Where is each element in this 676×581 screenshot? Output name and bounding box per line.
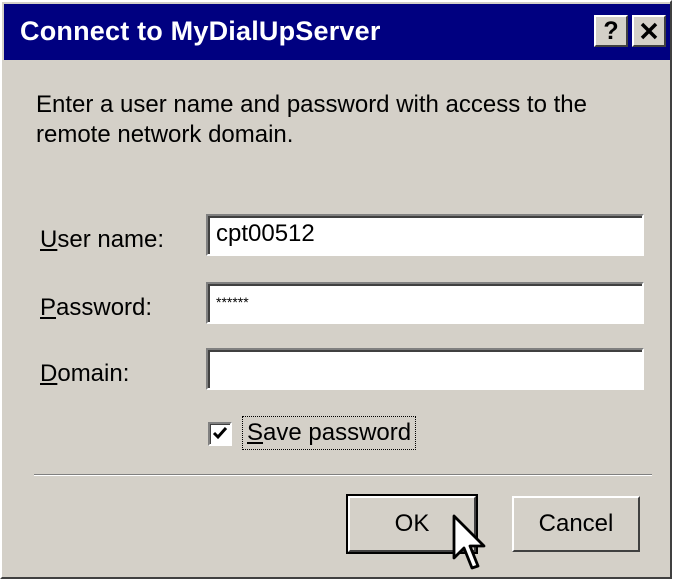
close-icon [640,22,658,40]
checkmark-icon [212,427,228,440]
separator-line [34,474,652,476]
username-label: User name: [40,226,165,253]
save-password-checkbox[interactable] [208,422,232,446]
password-field[interactable]: ****** [206,282,644,324]
window-title: Connect to MyDialUpServer [20,16,381,46]
domain-field[interactable] [206,348,644,390]
password-label: Password: [40,294,153,321]
title-bar[interactable]: Connect to MyDialUpServer ? [4,4,670,60]
domain-label: Domain: [40,360,130,387]
instructions-text: Enter a user name and password with acce… [36,91,587,148]
username-value: cpt00512 [216,220,315,247]
password-value: ****** [216,294,249,310]
help-button[interactable]: ? [594,15,628,47]
mouse-pointer-icon [452,514,486,570]
save-password-label[interactable]: Save password [242,416,417,450]
cancel-button[interactable]: Cancel [512,496,640,552]
connect-dialog: Connect to MyDialUpServer ? Enter a user… [0,0,672,579]
username-field[interactable]: cpt00512 [206,214,644,256]
close-button[interactable] [632,15,666,47]
help-icon: ? [603,16,619,45]
